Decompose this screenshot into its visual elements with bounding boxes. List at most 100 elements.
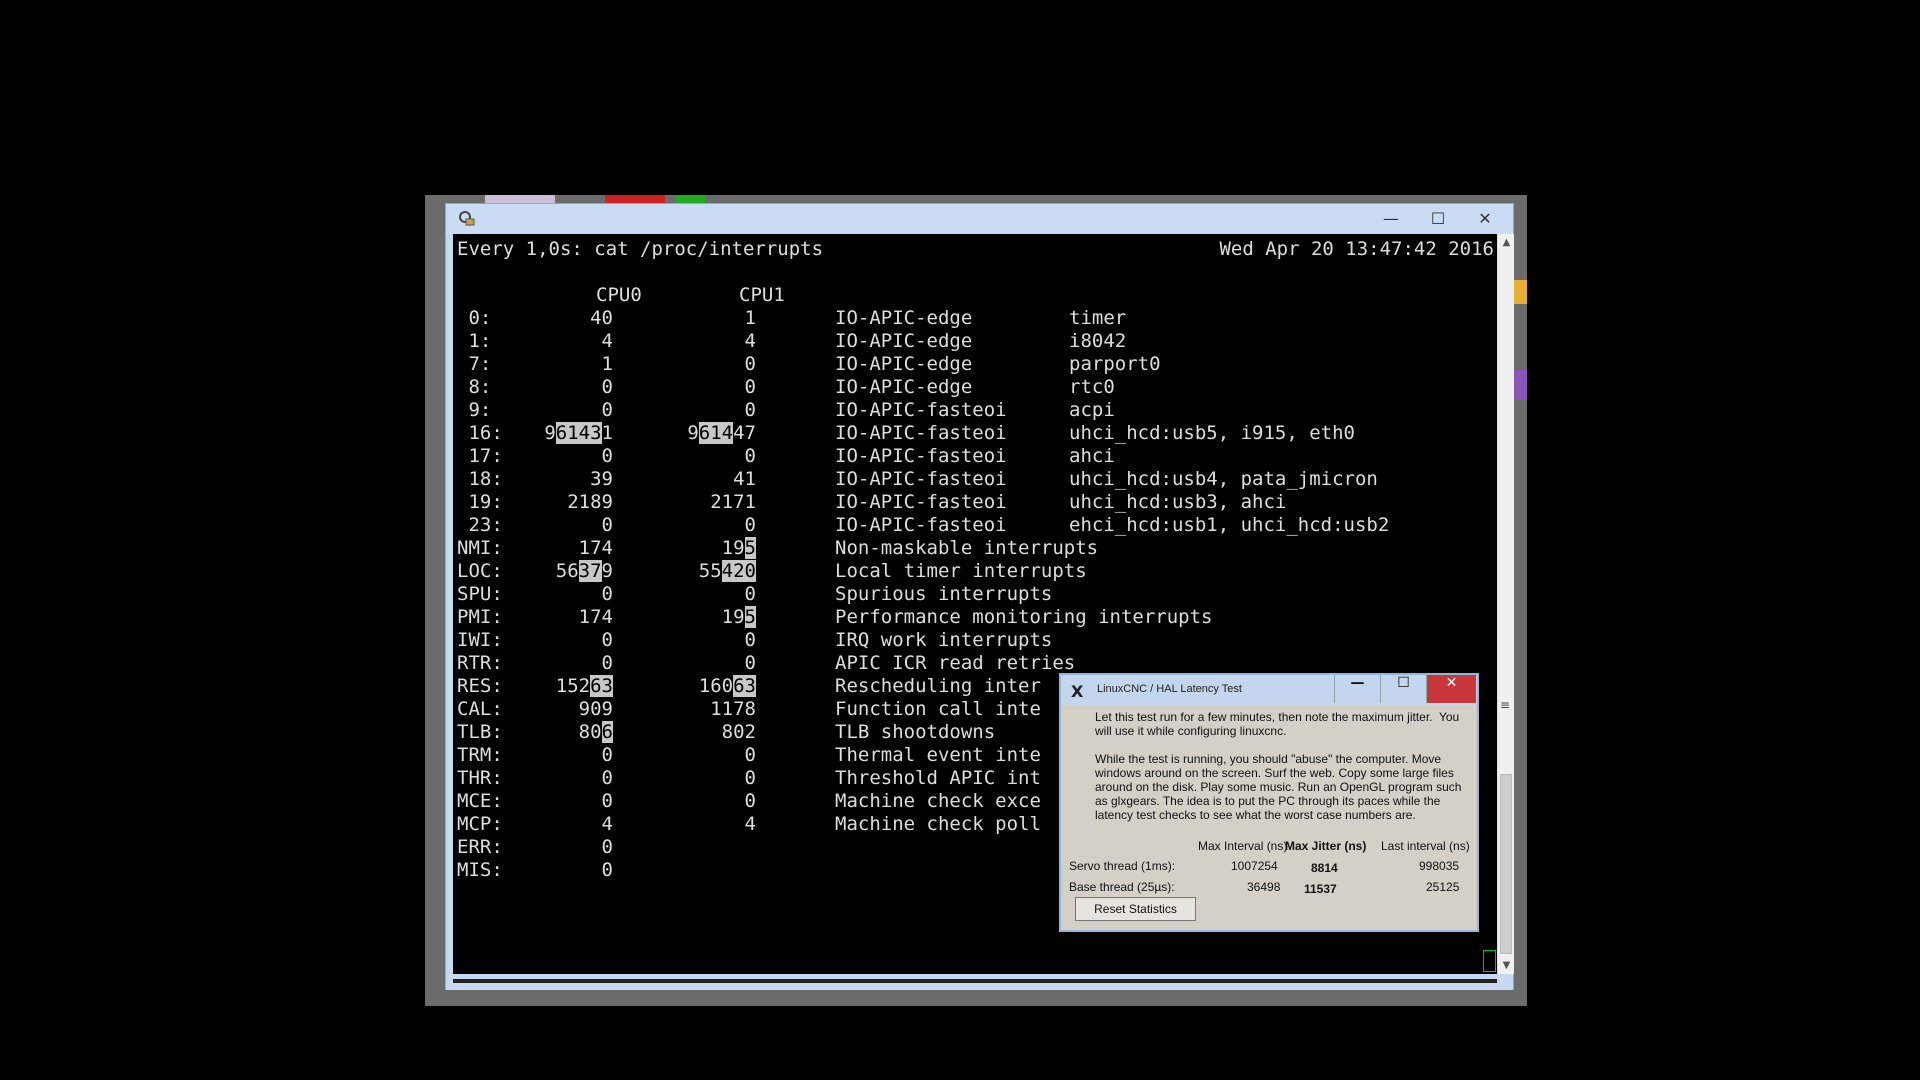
- scroll-up-arrow-icon[interactable]: ▲: [1498, 234, 1515, 251]
- cpu1-count: 16063: [698, 675, 756, 697]
- header-max-jitter: Max Jitter (ns): [1285, 839, 1367, 853]
- servo-last-interval: 998035: [1419, 859, 1460, 873]
- irq-type: Thermal event inte: [835, 744, 1041, 766]
- interrupt-row: 19: 2189 2171 IO-APIC-fasteoi uhci_hcd:usb3,…: [453, 491, 1493, 514]
- cpu0-count: 39: [590, 468, 613, 490]
- scroll-down-arrow-icon[interactable]: ▼: [1498, 957, 1515, 974]
- irq-name: 16:: [457, 422, 503, 444]
- irq-type: Performance monitoring interrupts: [835, 606, 1213, 628]
- irq-device: ehci_hcd:usb1, uhci_hcd:usb2: [1069, 514, 1390, 536]
- cpu0-count: 961431: [544, 422, 613, 444]
- cpu1-count: 4: [744, 813, 756, 835]
- irq-name: 1:: [457, 330, 492, 352]
- cpu0-count: 4: [601, 813, 613, 835]
- irq-type: IO-APIC-edge: [835, 307, 973, 329]
- cpu1-count: 0: [744, 652, 756, 674]
- cpu1-count: 0: [744, 790, 756, 812]
- maximize-button[interactable]: ☐: [1415, 206, 1461, 232]
- cpu1-count: 961447: [687, 422, 756, 444]
- irq-name: 23:: [457, 514, 503, 536]
- irq-type: TLB shootdowns: [835, 721, 996, 743]
- reset-statistics-button[interactable]: Reset Statistics: [1075, 897, 1196, 921]
- irq-name: CAL:: [457, 698, 503, 720]
- cpu1-count: 0: [744, 744, 756, 766]
- cpu1-count: 195: [721, 606, 756, 628]
- irq-device: acpi: [1069, 399, 1115, 421]
- irq-name: MIS:: [457, 859, 503, 881]
- latency-titlebar[interactable]: X LinuxCNC / HAL Latency Test — ☐ ✕: [1061, 675, 1477, 705]
- cpu1-count: 41: [733, 468, 756, 490]
- minimize-button[interactable]: —: [1368, 206, 1414, 232]
- horizontal-scrollbar[interactable]: [453, 979, 1497, 983]
- latency-window-title: LinuxCNC / HAL Latency Test: [1097, 683, 1242, 695]
- interrupt-row: PMI: 174 195 Performance monitoring interru…: [453, 606, 1493, 629]
- cpu1-count: 55420: [698, 560, 756, 582]
- interrupt-row: LOC: 56379 55420 Local timer interrupts: [453, 560, 1493, 583]
- irq-name: THR:: [457, 767, 503, 789]
- cpu1-count: 0: [744, 445, 756, 467]
- cpu0-count: 174: [578, 537, 613, 559]
- irq-name: SPU:: [457, 583, 503, 605]
- irq-name: ERR:: [457, 836, 503, 858]
- base-last-interval: 25125: [1426, 880, 1460, 894]
- desktop-icon-fragment: [1513, 370, 1527, 400]
- irq-type: IO-APIC-edge: [835, 330, 973, 352]
- irq-type: Rescheduling inter: [835, 675, 1041, 697]
- terminal-app-icon: [458, 210, 476, 228]
- scrollbar-thumb[interactable]: [1500, 774, 1512, 954]
- cpu0-count: 174: [578, 606, 613, 628]
- cpu0-count: 40: [590, 307, 613, 329]
- cpu1-count: 195: [721, 537, 756, 559]
- desktop-icon-fragment: [605, 195, 665, 203]
- cpu0-count: 0: [601, 445, 613, 467]
- irq-name: 19:: [457, 491, 503, 513]
- irq-type: IO-APIC-fasteoi: [835, 468, 1007, 490]
- irq-type: Spurious interrupts: [835, 583, 1053, 605]
- irq-type: APIC ICR read retries: [835, 652, 1076, 674]
- irq-type: Non-maskable interrupts: [835, 537, 1099, 559]
- irq-name: TLB:: [457, 721, 503, 743]
- irq-device: parport0: [1069, 353, 1161, 375]
- interrupt-row: 23: 0 0 IO-APIC-fasteoi ehci_hcd:usb1, uhci_…: [453, 514, 1493, 537]
- servo-max-jitter: 8814: [1311, 861, 1338, 875]
- cpu0-count: 0: [601, 790, 613, 812]
- cpu0-count: 0: [601, 399, 613, 421]
- interrupt-row: 7: 1 0 IO-APIC-edge parport0: [453, 353, 1493, 376]
- close-button[interactable]: ✕: [1462, 206, 1508, 232]
- minimize-button[interactable]: —: [1334, 675, 1380, 703]
- latency-instructions: Let this test run for a few minutes, the…: [1095, 710, 1462, 822]
- interrupt-row: 1: 4 4 IO-APIC-edge i8042: [453, 330, 1493, 353]
- cpu0-count: 0: [601, 836, 613, 858]
- x-app-icon: X: [1071, 682, 1084, 701]
- base-max-jitter: 11537: [1304, 882, 1337, 896]
- cpu0-count: 15263: [555, 675, 613, 697]
- irq-device: i8042: [1069, 330, 1127, 352]
- cpu0-count: 0: [601, 652, 613, 674]
- irq-name: 18:: [457, 468, 503, 490]
- base-thread-label: Base thread (25µs):: [1069, 880, 1175, 894]
- servo-thread-label: Servo thread (1ms):: [1069, 859, 1176, 873]
- watch-date: Wed Apr 20 13:47:42 2016: [1219, 238, 1494, 260]
- cpu0-count: 806: [578, 721, 613, 743]
- cpu1-count: 0: [744, 353, 756, 375]
- terminal-titlebar[interactable]: — ☐ ✕: [446, 204, 1513, 234]
- maximize-button[interactable]: ☐: [1380, 675, 1426, 703]
- irq-type: IO-APIC-fasteoi: [835, 491, 1007, 513]
- interrupt-row: 9: 0 0 IO-APIC-fasteoi acpi: [453, 399, 1493, 422]
- irq-name: RTR:: [457, 652, 503, 674]
- terminal-cursor: [1483, 950, 1496, 972]
- irq-type: IO-APIC-fasteoi: [835, 514, 1007, 536]
- cpu1-count: 4: [744, 330, 756, 352]
- column-header-cpu0: CPU0: [596, 284, 642, 306]
- irq-device: uhci_hcd:usb5, i915, eth0: [1069, 422, 1355, 444]
- irq-name: PMI:: [457, 606, 503, 628]
- irq-name: 8:: [457, 376, 492, 398]
- servo-max-interval: 1007254: [1231, 859, 1278, 873]
- close-button[interactable]: ✕: [1426, 675, 1476, 703]
- cpu0-count: 0: [601, 859, 613, 881]
- irq-device: uhci_hcd:usb4, pata_jmicron: [1069, 468, 1378, 490]
- terminal-scrollbar[interactable]: ▲ ▼: [1497, 234, 1514, 974]
- cpu0-count: 56379: [555, 560, 613, 582]
- irq-name: 0:: [457, 307, 492, 329]
- irq-name: 7:: [457, 353, 492, 375]
